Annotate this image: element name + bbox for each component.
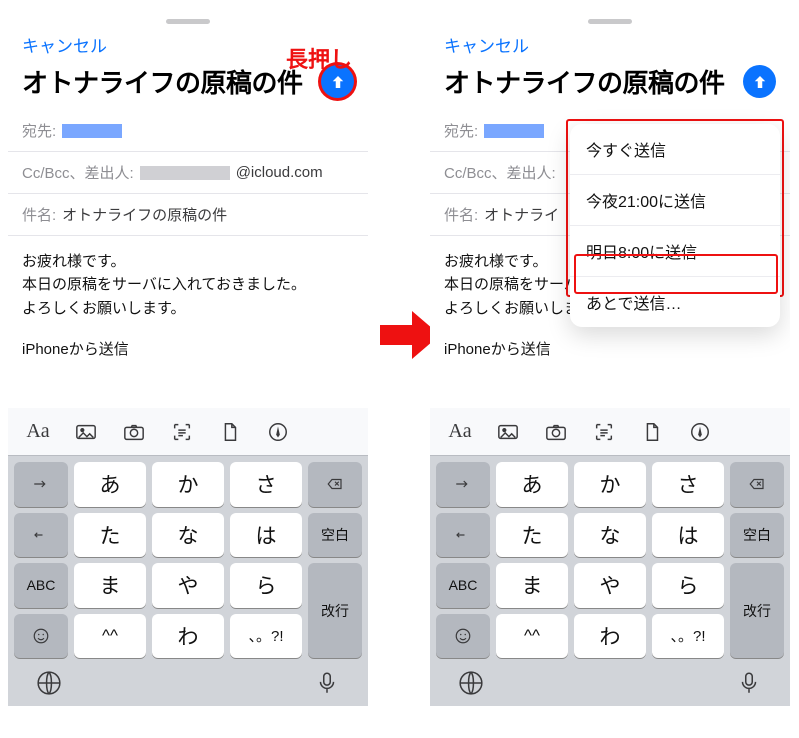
to-label: 宛先: <box>444 120 478 141</box>
camera-icon[interactable] <box>542 419 570 445</box>
key-ha[interactable]: は <box>230 513 302 558</box>
menu-send-now[interactable]: 今すぐ送信 <box>570 124 780 175</box>
annotation-send-later-highlight <box>574 254 778 294</box>
body-line: 本日の原稿をサーバに入れておきました。 <box>22 273 354 296</box>
scan-text-icon[interactable] <box>168 419 196 445</box>
cancel-button[interactable]: キャンセル <box>444 37 529 56</box>
to-field-row[interactable]: 宛先: <box>8 110 368 152</box>
key-a[interactable]: あ <box>496 462 568 507</box>
keyboard-toolbar: Aa <box>8 408 368 456</box>
key-return[interactable]: 改行 <box>730 563 784 658</box>
globe-icon[interactable] <box>36 670 62 701</box>
keyboard: Aa あ か さ た な は 空白 ABC ま や <box>430 408 790 706</box>
compose-body[interactable]: お疲れ様です。 本日の原稿をサーバに入れておきました。 よろしくお願いします。 … <box>8 236 368 408</box>
key-ra[interactable]: ら <box>230 563 302 608</box>
key-abc[interactable]: ABC <box>436 563 490 608</box>
globe-icon[interactable] <box>458 670 484 701</box>
scan-text-icon[interactable] <box>590 419 618 445</box>
menu-send-tonight[interactable]: 今夜21:00に送信 <box>570 175 780 226</box>
key-a[interactable]: あ <box>74 462 146 507</box>
photo-library-icon[interactable] <box>72 419 100 445</box>
camera-icon[interactable] <box>120 419 148 445</box>
key-wa[interactable]: わ <box>152 614 224 659</box>
key-ra[interactable]: ら <box>652 563 724 608</box>
to-recipient-redacted <box>62 124 122 138</box>
cc-label: Cc/Bcc、差出人: <box>444 162 556 183</box>
cc-label: Cc/Bcc、差出人: <box>22 162 134 183</box>
send-button[interactable] <box>743 65 776 98</box>
key-wa[interactable]: わ <box>574 614 646 659</box>
key-kaomoji[interactable]: ^^ <box>74 614 146 659</box>
from-redacted <box>140 166 230 180</box>
key-space[interactable]: 空白 <box>308 513 362 558</box>
key-emoji[interactable] <box>14 614 68 659</box>
from-domain: @icloud.com <box>236 164 323 181</box>
format-aa-icon[interactable]: Aa <box>446 419 474 445</box>
key-abc[interactable]: ABC <box>14 563 68 608</box>
body-line: よろしくお願いします。 <box>22 297 354 320</box>
subject-label: 件名: <box>444 204 478 225</box>
key-ka[interactable]: か <box>574 462 646 507</box>
key-return[interactable]: 改行 <box>308 563 362 658</box>
body-line: お疲れ様です。 <box>22 250 354 273</box>
arrow-up-icon <box>329 73 347 91</box>
key-undo[interactable] <box>14 513 68 558</box>
key-sa[interactable]: さ <box>230 462 302 507</box>
arrow-up-icon <box>751 73 769 91</box>
key-punct[interactable]: 、。?! <box>652 614 724 659</box>
sheet-grabber[interactable] <box>8 6 368 28</box>
key-na[interactable]: な <box>574 513 646 558</box>
scan-document-icon[interactable] <box>216 419 244 445</box>
format-aa-icon[interactable]: Aa <box>24 419 52 445</box>
annotation-long-press: 長押し <box>286 42 352 74</box>
cc-field-row[interactable]: Cc/Bcc、差出人: @icloud.com <box>8 152 368 194</box>
key-kaomoji[interactable]: ^^ <box>496 614 568 659</box>
signature: iPhoneから送信 <box>22 338 354 361</box>
key-ya[interactable]: や <box>574 563 646 608</box>
scan-document-icon[interactable] <box>638 419 666 445</box>
markup-icon[interactable] <box>264 419 292 445</box>
phone-right: キャンセル オトナライフの原稿の件 宛先: Cc/Bcc、差出人: 件名: オト… <box>430 6 790 706</box>
key-undo[interactable] <box>436 513 490 558</box>
phone-left: キャンセル 長押し オトナライフの原稿の件 宛先: Cc/Bcc、差出人: @i… <box>8 6 368 706</box>
subject-value: オトナライフの原稿の件 <box>62 204 227 225</box>
key-space[interactable]: 空白 <box>730 513 784 558</box>
compose-title: オトナライフの原稿の件 <box>22 63 303 100</box>
photo-library-icon[interactable] <box>494 419 522 445</box>
dictation-icon[interactable] <box>314 670 340 701</box>
sheet-grabber[interactable] <box>430 6 790 28</box>
to-label: 宛先: <box>22 120 56 141</box>
key-next-candidate[interactable] <box>436 462 490 507</box>
key-ta[interactable]: た <box>496 513 568 558</box>
keyboard: Aa あ か さ た な は 空白 ABC ま や <box>8 408 368 706</box>
signature: iPhoneから送信 <box>444 338 776 361</box>
dictation-icon[interactable] <box>736 670 762 701</box>
subject-field-row[interactable]: 件名: オトナライフの原稿の件 <box>8 194 368 236</box>
key-ta[interactable]: た <box>74 513 146 558</box>
key-backspace[interactable] <box>730 462 784 507</box>
key-next-candidate[interactable] <box>14 462 68 507</box>
key-ma[interactable]: ま <box>496 563 568 608</box>
key-na[interactable]: な <box>152 513 224 558</box>
to-recipient-redacted <box>484 124 544 138</box>
key-ka[interactable]: か <box>152 462 224 507</box>
key-ya[interactable]: や <box>152 563 224 608</box>
keyboard-toolbar: Aa <box>430 408 790 456</box>
key-punct[interactable]: 、。?! <box>230 614 302 659</box>
key-ha[interactable]: は <box>652 513 724 558</box>
send-later-menu: 今すぐ送信 今夜21:00に送信 明日8:00に送信 あとで送信… <box>570 124 780 327</box>
subject-value: オトナライ <box>484 204 559 225</box>
key-ma[interactable]: ま <box>74 563 146 608</box>
cancel-button[interactable]: キャンセル <box>22 37 107 56</box>
subject-label: 件名: <box>22 204 56 225</box>
markup-icon[interactable] <box>686 419 714 445</box>
key-backspace[interactable] <box>308 462 362 507</box>
key-sa[interactable]: さ <box>652 462 724 507</box>
key-emoji[interactable] <box>436 614 490 659</box>
compose-title: オトナライフの原稿の件 <box>444 63 725 100</box>
